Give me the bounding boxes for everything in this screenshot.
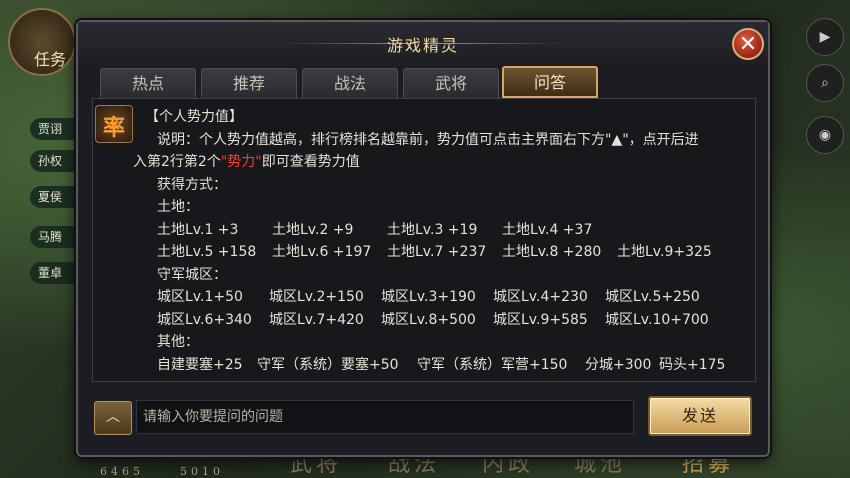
task-button[interactable]: 任务 — [8, 8, 76, 76]
city-label: 守军城区： — [157, 266, 227, 283]
location-icon[interactable]: ◉ — [806, 116, 844, 154]
assistant-avatar: 率 — [95, 105, 133, 143]
desc-text: 即可查看势力值 — [261, 154, 360, 170]
city-value: 城区Lv.10+700 — [605, 311, 709, 328]
title-divider — [433, 43, 563, 44]
city-row: 城区Lv.6+340 城区Lv.7+420 城区Lv.8+500 城区Lv.9+… — [145, 309, 745, 332]
land-value: 土地Lv.5 +158 — [157, 244, 257, 260]
city-value: 城区Lv.3+190 — [381, 289, 476, 305]
power-highlight: "势力" — [220, 154, 262, 170]
city-value: 城区Lv.8+500 — [381, 311, 476, 328]
search-icon[interactable]: ⌕ — [806, 64, 844, 102]
tab-tactics[interactable]: 战法 — [302, 68, 398, 98]
land-value: 土地Lv.9+325 — [617, 244, 712, 260]
tab-hot[interactable]: 热点 — [100, 68, 196, 98]
city-row: 城区Lv.1+50 城区Lv.2+150 城区Lv.3+190 城区Lv.4+2… — [145, 286, 745, 309]
city-value: 城区Lv.9+585 — [493, 311, 588, 328]
play-icon[interactable]: ▶ — [806, 18, 844, 56]
left-hud: 任务 贾诩 孙权 夏侯 马腾 董卓 — [0, 0, 85, 478]
land-value: 土地Lv.7 +237 — [387, 244, 487, 260]
city-value: 城区Lv.2+150 — [269, 289, 364, 305]
land-value: 土地Lv.3 +19 — [387, 221, 478, 238]
game-assistant-dialog: 游戏精灵 ✕ 热点 推荐 战法 武将 问答 率 【个人势力值】 说明：个人势力值… — [76, 20, 770, 457]
chevron-up-icon[interactable]: ︿ — [94, 401, 132, 435]
other-value: 码头+175 — [659, 356, 726, 373]
land-value: 土地Lv.1 +3 — [157, 221, 239, 238]
land-value: 土地Lv.6 +197 — [272, 244, 372, 260]
city-value: 城区Lv.6+340 — [157, 311, 252, 328]
other-value: 分城+300 — [585, 356, 652, 373]
task-label: 任务 — [34, 50, 67, 69]
dialog-title: 游戏精灵 — [386, 36, 459, 55]
land-row: 土地Lv.1 +3 土地Lv.2 +9 土地Lv.3 +19 土地Lv.4 +3… — [145, 219, 745, 242]
answer-heading: 【个人势力值】 — [145, 109, 243, 125]
answer-desc: 入第2行第2个"势力"即可查看势力值 — [133, 151, 745, 174]
city-value: 城区Lv.7+420 — [269, 311, 364, 328]
city-value: 城区Lv.4+230 — [493, 289, 588, 305]
answer-panel[interactable]: 率 【个人势力值】 说明：个人势力值越高，排行榜排名越靠前，势力值可点击主界面右… — [92, 98, 756, 382]
resource-value: 5010 — [180, 465, 224, 478]
other-value: 自建要塞+25 — [157, 356, 243, 373]
question-input-row: ︿ 发送 — [92, 394, 756, 440]
land-value: 土地Lv.4 +37 — [502, 221, 593, 238]
close-icon[interactable]: ✕ — [732, 28, 764, 60]
tab-qa[interactable]: 问答 — [502, 66, 598, 98]
tab-recommend[interactable]: 推荐 — [201, 68, 297, 98]
other-value: 守军（系统）要塞+50 — [257, 356, 399, 373]
send-button[interactable]: 发送 — [648, 396, 752, 436]
land-row: 土地Lv.5 +158 土地Lv.6 +197 土地Lv.7 +237 土地Lv… — [145, 241, 745, 264]
resource-value: 6465 — [100, 465, 144, 478]
obtain-label: 获得方式： — [157, 176, 227, 193]
tab-generals[interactable]: 武将 — [403, 68, 499, 98]
other-label: 其他： — [157, 334, 199, 350]
land-label: 土地： — [157, 199, 199, 215]
city-value: 城区Lv.5+250 — [605, 289, 700, 305]
title-bar: 游戏精灵 ✕ — [78, 22, 768, 66]
answer-text: 【个人势力值】 说明：个人势力值越高，排行榜排名越靠前，势力值可点击主界面右下方… — [133, 106, 745, 377]
avatar-char: 率 — [102, 115, 125, 141]
other-row: 自建要塞+25 守军（系统）要塞+50 守军（系统）军营+150 分城+300 … — [145, 354, 745, 377]
land-value: 土地Lv.2 +9 — [272, 221, 354, 238]
desc-text: 入第2行第2个 — [133, 154, 221, 170]
right-hud: ▶ ⌕ ◉ — [780, 0, 850, 478]
land-value: 土地Lv.8 +280 — [502, 244, 602, 260]
other-value: 守军（系统）军营+150 — [417, 356, 568, 373]
question-input[interactable] — [136, 400, 634, 434]
answer-desc: 说明：个人势力值越高，排行榜排名越靠前，势力值可点击主界面右下方"▲"，点开后进 — [157, 131, 699, 148]
city-value: 城区Lv.1+50 — [157, 289, 243, 305]
